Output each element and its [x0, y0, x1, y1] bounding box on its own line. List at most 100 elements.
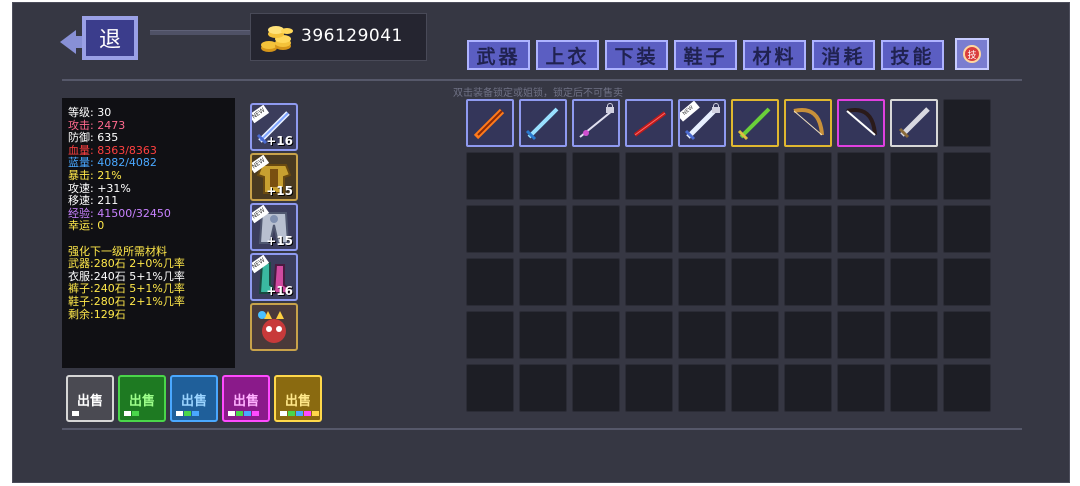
- sell-button[interactable]: 出售: [274, 375, 322, 422]
- inventory-slot-empty[interactable]: [943, 205, 991, 253]
- tab-top[interactable]: 上衣: [536, 40, 599, 70]
- inventory-slot-empty[interactable]: [519, 152, 567, 200]
- inventory-item[interactable]: [731, 99, 779, 147]
- sell-button[interactable]: 出售: [66, 375, 114, 422]
- inventory-slot-empty[interactable]: [784, 364, 832, 412]
- tab-materials[interactable]: 材料: [743, 40, 806, 70]
- inventory-slot-empty[interactable]: [625, 205, 673, 253]
- top-divider: [62, 79, 1022, 81]
- inventory-slot-empty[interactable]: [731, 311, 779, 359]
- inventory-slot-empty[interactable]: [890, 311, 938, 359]
- inventory-slot-empty[interactable]: [625, 152, 673, 200]
- inventory-slot-empty[interactable]: [731, 152, 779, 200]
- inventory-slot-empty[interactable]: [519, 364, 567, 412]
- inventory-slot-empty[interactable]: [731, 258, 779, 306]
- sell-button-label: 出售: [180, 394, 207, 409]
- lock-hint-text: 双击装备锁定或姐锁，锁定后不可售卖: [453, 88, 623, 99]
- inventory-item[interactable]: [784, 99, 832, 147]
- inventory-slot-empty[interactable]: [572, 205, 620, 253]
- stat-line: [62, 233, 235, 246]
- rarity-dots: [72, 411, 79, 416]
- inventory-slot-empty[interactable]: [678, 311, 726, 359]
- inventory-slot-empty[interactable]: [943, 152, 991, 200]
- inventory-slot-empty[interactable]: [678, 364, 726, 412]
- inventory-item[interactable]: [519, 99, 567, 147]
- tab-consumables[interactable]: 消耗: [812, 40, 875, 70]
- back-button[interactable]: 退: [52, 10, 152, 66]
- rarity-dot: [176, 411, 183, 416]
- inventory-slot-empty[interactable]: [519, 311, 567, 359]
- inventory-slot-empty[interactable]: [572, 258, 620, 306]
- character-stats-panel: 等级: 30 攻击: 2473 防御: 635 血量: 8363/8363 蓝量: 40…: [62, 98, 235, 368]
- inventory-slot-empty[interactable]: [837, 311, 885, 359]
- inventory-slot-empty[interactable]: [837, 152, 885, 200]
- sell-button[interactable]: 出售: [118, 375, 166, 422]
- inventory-slot-empty[interactable]: [731, 205, 779, 253]
- inventory-slot-empty[interactable]: [466, 205, 514, 253]
- inventory-slot-empty[interactable]: [466, 364, 514, 412]
- inventory-slot-empty[interactable]: [572, 311, 620, 359]
- inventory-item[interactable]: [466, 99, 514, 147]
- inventory-item[interactable]: [572, 99, 620, 147]
- tab-weapon[interactable]: 武器: [467, 40, 530, 70]
- inventory-slot-empty[interactable]: [466, 311, 514, 359]
- inventory-slot-empty[interactable]: [678, 205, 726, 253]
- equipped-pants-slot[interactable]: NEW +15: [250, 203, 298, 251]
- inventory-slot-empty[interactable]: [890, 152, 938, 200]
- inventory-slot-empty[interactable]: [890, 258, 938, 306]
- inventory-slot-empty[interactable]: [466, 258, 514, 306]
- sell-button[interactable]: 出售: [170, 375, 218, 422]
- rarity-dot: [184, 411, 191, 416]
- rarity-dot: [228, 411, 235, 416]
- inventory-slot-empty[interactable]: [837, 364, 885, 412]
- inventory-slot-empty[interactable]: [943, 311, 991, 359]
- tab-bottom[interactable]: 下装: [605, 40, 668, 70]
- inventory-slot-empty[interactable]: [943, 258, 991, 306]
- ice-sword-icon: [525, 107, 559, 141]
- tab-shoes[interactable]: 鞋子: [674, 40, 737, 70]
- inventory-slot-empty[interactable]: [625, 258, 673, 306]
- inventory-item[interactable]: NEW: [678, 99, 726, 147]
- inventory-slot-empty[interactable]: [784, 205, 832, 253]
- inventory-slot-empty[interactable]: [784, 152, 832, 200]
- inventory-slot-empty[interactable]: [837, 205, 885, 253]
- equipped-boots-slot[interactable]: NEW +16: [250, 253, 298, 301]
- skill-orb-button[interactable]: 技: [955, 38, 989, 70]
- tab-skills[interactable]: 技能: [881, 40, 944, 70]
- inventory-slot-empty[interactable]: [784, 258, 832, 306]
- game-screen: { "back_button": {"label": "退"}, "gold":…: [0, 0, 1080, 486]
- inventory-slot-empty[interactable]: [943, 99, 991, 147]
- rarity-dot: [312, 411, 319, 416]
- inventory-item[interactable]: [625, 99, 673, 147]
- inventory-slot-empty[interactable]: [837, 258, 885, 306]
- inventory-slot-empty[interactable]: [572, 364, 620, 412]
- stat-line: 等级: 30: [68, 106, 112, 119]
- lock-icon: [606, 103, 614, 113]
- lock-icon: [712, 103, 720, 113]
- equipped-weapon-slot[interactable]: NEW +16: [250, 103, 298, 151]
- inventory-slot-empty[interactable]: [572, 152, 620, 200]
- inventory-item[interactable]: [837, 99, 885, 147]
- inventory-slot-empty[interactable]: [890, 205, 938, 253]
- stat-line: 鞋子:280石 2+1%几率: [68, 294, 185, 308]
- inventory-slot-empty[interactable]: [731, 364, 779, 412]
- inventory-slot-empty[interactable]: [625, 364, 673, 412]
- inventory-slot-empty[interactable]: [678, 152, 726, 200]
- inventory-slot-empty[interactable]: [678, 258, 726, 306]
- rarity-dot: [72, 411, 79, 416]
- equipped-armor-slot[interactable]: NEW +15: [250, 153, 298, 201]
- inventory-slot-empty[interactable]: [625, 311, 673, 359]
- gold-amount: 396129041: [301, 26, 403, 46]
- rarity-dots: [228, 411, 259, 416]
- inventory-slot-empty[interactable]: [466, 152, 514, 200]
- equipped-pet-slot[interactable]: [250, 303, 298, 351]
- inventory-slot-empty[interactable]: [890, 364, 938, 412]
- blood-sword-icon: [633, 111, 667, 137]
- sell-button[interactable]: 出售: [222, 375, 270, 422]
- inventory-item[interactable]: [890, 99, 938, 147]
- inventory-slot-empty[interactable]: [519, 258, 567, 306]
- inventory-slot-empty[interactable]: [784, 311, 832, 359]
- inventory-slot-empty[interactable]: [943, 364, 991, 412]
- inventory-slot-empty[interactable]: [519, 205, 567, 253]
- stat-line: 暴击: 21%: [68, 168, 122, 182]
